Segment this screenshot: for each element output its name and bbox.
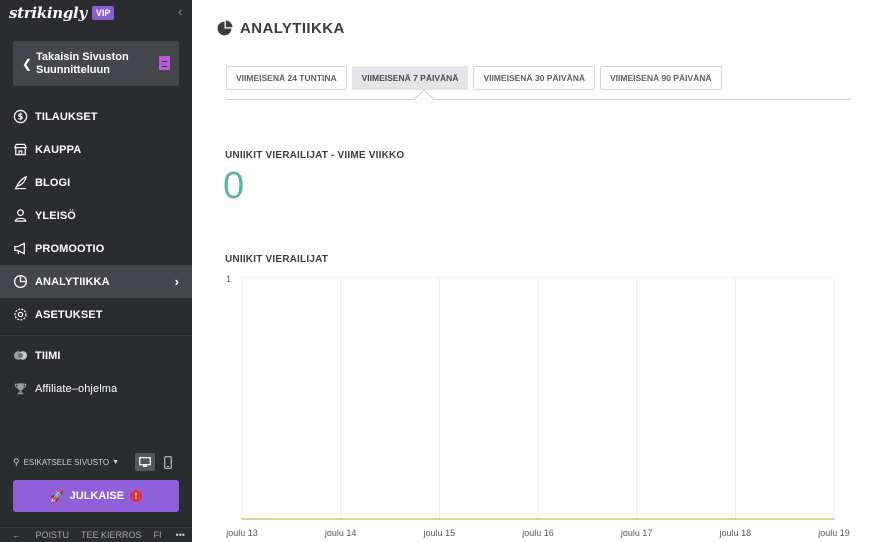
audience-icon (12, 208, 28, 224)
search-icon: ⚲ (13, 456, 20, 467)
exit-link[interactable]: ← POISTU (12, 530, 69, 540)
app-root: strikingly VIP ‹ ❮ Takaisin Sivuston Suu… (0, 0, 871, 542)
data-point (833, 518, 835, 520)
feather-icon (12, 175, 28, 191)
sidebar-item-label: PROMOOTIO (35, 242, 105, 255)
sidebar-item-label: ANALYTIIKKA (35, 275, 110, 288)
chevron-left-icon: ❮ (21, 56, 33, 71)
sidebar-item-analytics[interactable]: ANALYTIIKKA › (0, 265, 192, 298)
sidebar-item-settings[interactable]: ASETUKSET (0, 298, 192, 331)
tabs-divider (226, 99, 851, 100)
x-tick-label: joulu 13 (225, 528, 258, 538)
data-point (537, 518, 539, 520)
pie-chart-icon (217, 20, 233, 36)
divider (0, 335, 192, 336)
data-point (438, 518, 441, 520)
tour-link[interactable]: TEE KIERROS (81, 530, 142, 540)
sidebar-item-orders[interactable]: $ TILAUKSET (0, 100, 192, 133)
sidebar-item-blog[interactable]: BLOGI (0, 166, 192, 199)
dollar-circle-icon: $ (12, 109, 28, 125)
active-tab-indicator (414, 89, 434, 109)
sidebar-item-affiliate[interactable]: Affiliate–ohjelma (0, 372, 192, 405)
publish-button[interactable]: 🚀 JULKAISE ! (13, 480, 179, 512)
more-options-icon[interactable]: ••• (176, 530, 185, 540)
trophy-icon (12, 381, 28, 397)
page-icon (159, 56, 170, 70)
vip-badge: VIP (91, 6, 115, 20)
x-tick-label: joulu 19 (817, 528, 850, 538)
sidebar-item-label: TILAUKSET (35, 110, 98, 123)
brand: strikingly VIP (9, 3, 115, 23)
x-tick-label: joulu 15 (423, 528, 456, 538)
data-point (734, 518, 737, 520)
team-icon (12, 348, 28, 364)
language-link[interactable]: FI (154, 530, 162, 540)
data-point (241, 518, 243, 520)
sidebar-item-label: ASETUKSET (35, 308, 103, 321)
tab-24-hours[interactable]: VIIMEISENÄ 24 TUNTINA (226, 66, 347, 90)
brand-logo[interactable]: strikingly (9, 4, 87, 22)
sidebar: strikingly VIP ‹ ❮ Takaisin Sivuston Suu… (0, 0, 192, 542)
preview-site-label: ESIKATSELE SIVUSTO (23, 457, 110, 467)
unique-visitors-week-label: UNIIKIT VIERAILIJAT - VIIME VIIKKO (225, 150, 405, 161)
back-to-editor-button[interactable]: ❮ Takaisin Sivuston Suunnitteluun (13, 41, 179, 86)
caret-down-icon: ▼ (112, 458, 120, 466)
x-tick-label: joulu 14 (324, 528, 357, 538)
megaphone-icon (12, 241, 28, 257)
sidebar-item-label: YLEISÖ (35, 209, 76, 222)
exit-label: POISTU (35, 530, 70, 540)
store-icon (12, 142, 28, 158)
chart-title: UNIIKIT VIERAILIJAT (225, 254, 329, 265)
page-title: ANALYTIIKKA (240, 20, 345, 37)
sidebar-item-label: Affiliate–ohjelma (35, 382, 118, 395)
preview-site-dropdown[interactable]: ⚲ ESIKATSELE SIVUSTO ▼ (13, 457, 119, 468)
visitors-line-chart: 1 joulu 13 joulu 14 joulu 15 joulu 16 joulu 1… (225, 274, 850, 538)
sidebar-item-label: KAUPPA (35, 143, 82, 156)
mobile-preview-icon[interactable] (161, 453, 175, 471)
x-tick-label: joulu 16 (521, 528, 554, 538)
sidebar-item-audience[interactable]: YLEISÖ (0, 199, 192, 232)
desktop-preview-icon[interactable] (135, 453, 155, 471)
tab-7-days[interactable]: VIIMEISENÄ 7 PÄIVÄNÄ (351, 66, 469, 90)
gear-icon (12, 307, 28, 323)
tab-30-days[interactable]: VIIMEISENÄ 30 PÄIVÄNÄ (473, 66, 595, 90)
data-point (635, 518, 638, 520)
sidebar-item-label: BLOGI (35, 176, 71, 189)
time-range-tabs: VIIMEISENÄ 24 TUNTINA VIIMEISENÄ 7 PÄIVÄ… (226, 66, 727, 90)
page-header: ANALYTIIKKA (216, 20, 345, 37)
sidebar-item-store[interactable]: KAUPPA (0, 133, 192, 166)
publish-label: JULKAISE (69, 490, 125, 502)
x-tick-label: joulu 17 (620, 528, 653, 538)
data-point (339, 518, 342, 520)
svg-text:$: $ (17, 112, 23, 122)
back-to-editor-label: Takaisin Sivuston Suunnitteluun (36, 50, 129, 76)
y-tick-label: 1 (226, 274, 231, 284)
main-content: ANALYTIIKKA VIIMEISENÄ 24 TUNTINA VIIMEI… (192, 0, 871, 542)
tab-90-days[interactable]: VIIMEISENÄ 90 PÄIVÄNÄ (600, 66, 722, 90)
collapse-sidebar-icon[interactable]: ‹ (178, 4, 182, 19)
sidebar-item-label: TIIMI (35, 349, 61, 362)
rocket-icon: 🚀 (49, 490, 64, 503)
x-tick-label: joulu 18 (719, 528, 752, 538)
sidebar-item-team[interactable]: TIIMI (0, 339, 192, 372)
alert-badge: ! (130, 490, 143, 502)
chevron-right-icon: › (174, 274, 179, 289)
pie-chart-icon (12, 274, 28, 290)
sidebar-footer: ← POISTU TEE KIERROS FI ••• (0, 527, 192, 542)
sidebar-nav: $ TILAUKSET KAUPPA BLOGI YLEISÖ PROMOOTI… (0, 100, 192, 405)
unique-visitors-count: 0 (223, 165, 245, 207)
sidebar-item-promotion[interactable]: PROMOOTIO (0, 232, 192, 265)
preview-row: ⚲ ESIKATSELE SIVUSTO ▼ (13, 453, 179, 471)
